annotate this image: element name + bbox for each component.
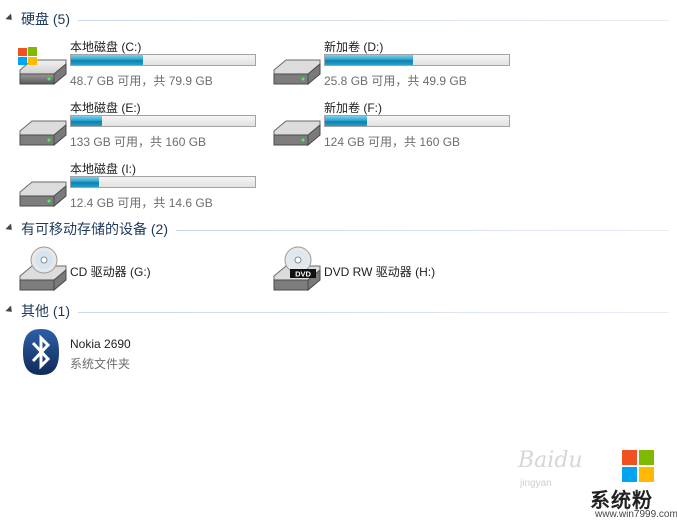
collapse-arrow-icon[interactable] [5, 222, 15, 233]
drive-name: 本地磁盘 (C:) [70, 40, 142, 54]
hard-drive-icon [19, 181, 67, 208]
hard-drive-icon [273, 59, 321, 86]
collapse-arrow-icon[interactable] [5, 304, 15, 315]
group-header-other[interactable]: 其他 (1) [5, 301, 669, 321]
drive-space-info: 12.4 GB 可用，共 14.6 GB [70, 196, 213, 210]
dvd-label: DVD [295, 270, 311, 279]
group-divider [78, 19, 669, 21]
drive-space-info: 25.8 GB 可用，共 49.9 GB [324, 74, 467, 88]
drive-name: 新加卷 (D:) [324, 40, 384, 54]
drive-name: CD 驱动器 (G:) [70, 265, 151, 279]
system-hard-drive-icon [18, 47, 67, 86]
baidu-watermark: Baidu [518, 448, 583, 473]
cd-drive-icon [19, 246, 67, 292]
baidu-watermark-sub: jingyan [520, 478, 552, 489]
drive-usage-bar [70, 176, 256, 188]
group-title: 有可移动存储的设备 (2) [21, 221, 168, 237]
brand-url: www.win7999.com [595, 509, 677, 520]
nokia-device-tile[interactable]: Nokia 2690 系统文件夹 [16, 328, 266, 378]
drive-usage-bar [324, 54, 510, 66]
bluetooth-icon [23, 329, 59, 375]
drive-space-info: 124 GB 可用，共 160 GB [324, 135, 461, 149]
drive-name: 本地磁盘 (I:) [70, 162, 136, 176]
drive-tile-e[interactable]: 本地磁盘 (E:) 133 GB 可用，共 160 GB [16, 99, 266, 155]
drive-tile-c[interactable]: 本地磁盘 (C:) 48.7 GB 可用，共 79.9 GB [16, 38, 266, 94]
drive-space-info: 48.7 GB 可用，共 79.9 GB [70, 74, 213, 88]
collapse-arrow-icon[interactable] [5, 12, 15, 23]
drive-name: 新加卷 (F:) [324, 101, 382, 115]
drive-usage-bar [70, 115, 256, 127]
drive-name: 本地磁盘 (E:) [70, 101, 141, 115]
drive-tile-d[interactable]: 新加卷 (D:) 25.8 GB 可用，共 49.9 GB [270, 38, 520, 94]
drive-tile-i[interactable]: 本地磁盘 (I:) 12.4 GB 可用，共 14.6 GB [16, 160, 266, 216]
hard-drive-icon [273, 120, 321, 147]
group-divider [78, 311, 669, 313]
group-title: 硬盘 (5) [21, 11, 70, 27]
device-name: Nokia 2690 [70, 337, 131, 351]
group-title: 其他 (1) [21, 303, 70, 319]
hard-drive-icon [19, 120, 67, 147]
group-header-hard-disks[interactable]: 硬盘 (5) [5, 9, 669, 29]
cd-drive-tile[interactable]: CD 驱动器 (G:) [16, 246, 266, 296]
group-header-removable[interactable]: 有可移动存储的设备 (2) [5, 219, 669, 239]
drive-space-info: 133 GB 可用，共 160 GB [70, 135, 207, 149]
drive-tile-f[interactable]: 新加卷 (F:) 124 GB 可用，共 160 GB [270, 99, 520, 155]
dvd-drive-icon: DVD [273, 246, 321, 292]
drive-usage-bar [324, 115, 510, 127]
device-type: 系统文件夹 [70, 357, 131, 371]
dvd-drive-tile[interactable]: DVD DVD RW 驱动器 (H:) [270, 246, 520, 296]
group-divider [176, 229, 669, 231]
windows-logo-icon [622, 450, 654, 482]
drive-name: DVD RW 驱动器 (H:) [324, 265, 436, 279]
drive-usage-bar [70, 54, 256, 66]
